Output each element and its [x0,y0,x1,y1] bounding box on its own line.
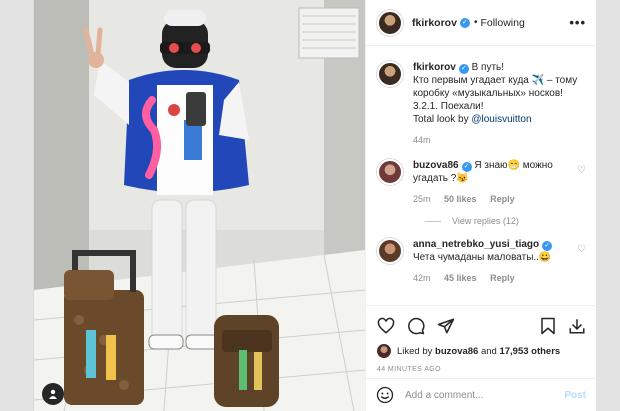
likes-summary: Liked by buzova86 and 17,953 others [377,344,586,358]
comment-time: 25m [413,194,431,204]
reply-button[interactable]: Reply [490,273,515,283]
post-photo[interactable] [34,0,365,411]
download-icon[interactable] [568,317,586,335]
share-paper-plane-icon[interactable] [437,317,455,335]
verified-badge-icon: ✓ [461,162,472,172]
caption-avatar[interactable] [377,61,403,87]
like-heart-icon[interactable] [377,317,395,335]
mirror-selfie-image [34,0,365,411]
caption-line-4: Total look by [413,114,472,125]
comment-username[interactable]: buzova86 [413,160,459,171]
caption-line-2: Кто первым угадает куда ✈️ – тому коробк… [413,75,578,99]
comment-likes[interactable]: 50 likes [444,194,477,204]
emoji-smiley-icon[interactable] [376,386,394,404]
liker-username[interactable]: buzova86 [435,346,478,357]
comment-row: buzova86 ✓ Я знаю😁 можно угадать ?😼 25m 5… [377,159,586,206]
user-tag-icon[interactable] [42,383,64,405]
replies-divider [425,220,441,222]
caption-username[interactable]: fkirkorov [413,62,456,73]
verified-badge-icon: ✓ [458,64,469,74]
save-bookmark-icon[interactable] [540,317,556,335]
header-separator: • [473,17,478,28]
comment-text: Чета чумаданы маловаты..😀 [413,252,552,263]
view-replies-label: View replies (12) [452,216,519,226]
author-username[interactable]: fkirkorov [412,17,457,29]
comment-input[interactable]: Add a comment... [405,390,564,401]
louisvuitton-link[interactable]: @louisvuitton [471,114,531,125]
caption-line-1: В путь! [471,62,505,73]
comments-section: fkirkorov ✓ В путь! Кто первым угадает ку… [366,47,596,304]
post-side-panel: fkirkorov ✓ • Following ••• fkirkorov ✓ В… [365,0,596,411]
post-timestamp: 44 MINUTES AGO [377,366,441,373]
comment-likes[interactable]: 45 likes [444,273,477,283]
caption-time: 44m [413,135,431,145]
more-options-icon[interactable]: ••• [569,15,586,30]
likes-prefix: Liked by [397,345,433,357]
view-replies-button[interactable]: View replies (12) [425,216,586,226]
caption-line-3: 3.2.1. Поехали! [413,101,484,112]
verified-badge-icon: ✓ [542,241,553,251]
likes-and: and [480,345,497,357]
post-comment-button[interactable]: Post [564,390,586,401]
comment-username[interactable]: anna_netrebko_yusi_tiago [413,239,539,250]
caption-row: fkirkorov ✓ В путь! Кто первым угадает ку… [377,61,586,147]
post-header: fkirkorov ✓ • Following ••• [366,0,596,46]
instagram-post: fkirkorov ✓ • Following ••• fkirkorov ✓ В… [33,0,596,411]
author-avatar[interactable] [377,9,403,36]
following-button[interactable]: Following [480,17,524,29]
likes-count[interactable]: 17,953 others [499,346,560,357]
comment-like-heart-icon[interactable]: ♡ [577,244,586,285]
action-bar: Liked by buzova86 and 17,953 others 44 M… [366,305,596,373]
commenter-avatar[interactable] [377,159,403,185]
comment-row: anna_netrebko_yusi_tiago ✓ Чета чумаданы … [377,238,586,285]
add-comment-bar: Add a comment... Post [366,378,596,411]
comment-like-heart-icon[interactable]: ♡ [577,165,586,206]
reply-button[interactable]: Reply [490,194,515,204]
liker-avatar[interactable] [377,344,391,358]
comment-bubble-icon[interactable] [407,317,425,335]
commenter-avatar[interactable] [377,238,403,264]
verified-badge-icon: ✓ [459,17,470,28]
comment-time: 42m [413,273,431,283]
